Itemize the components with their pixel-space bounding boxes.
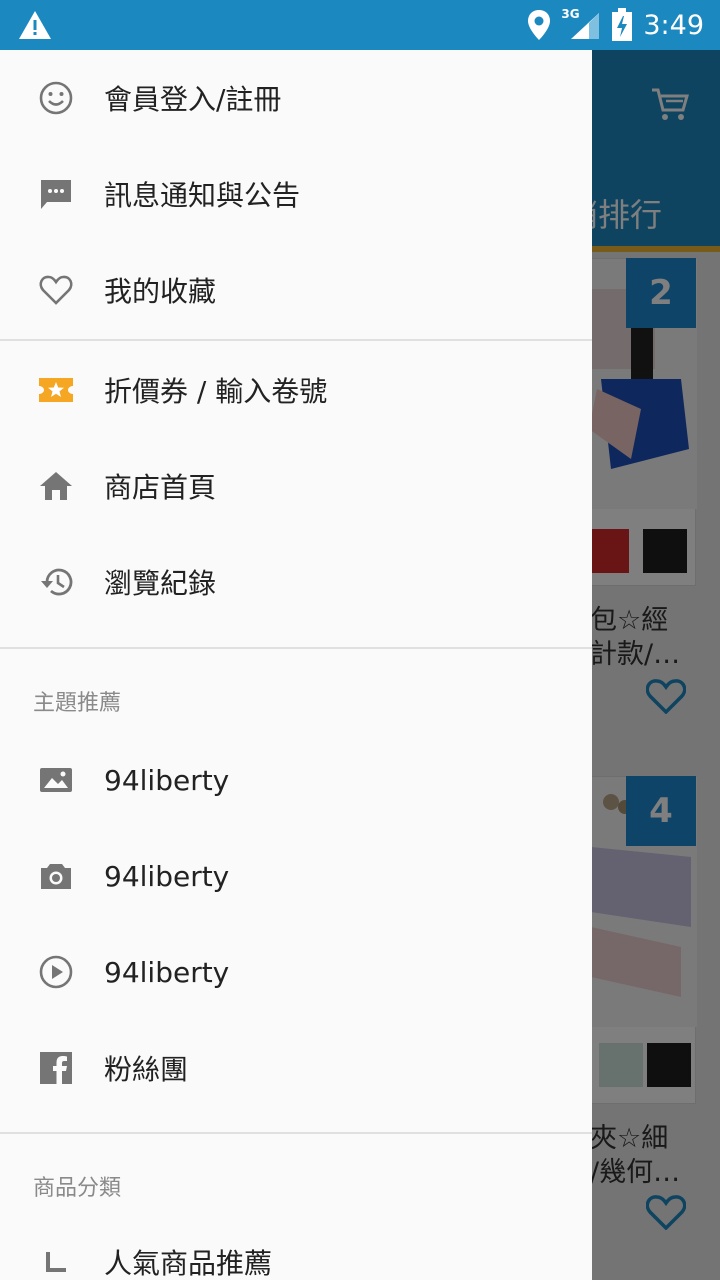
menu-item-store-home[interactable]: 商店首頁 <box>0 438 592 534</box>
menu-item-94liberty-gallery[interactable]: 94liberty <box>0 732 592 828</box>
message-icon <box>38 176 74 212</box>
divider <box>0 339 592 341</box>
divider <box>0 1132 592 1134</box>
signal-icon: 3G <box>561 7 601 41</box>
menu-item-label: 瀏覽紀錄 <box>104 567 217 600</box>
home-icon <box>38 468 74 504</box>
menu-item-favorites[interactable]: 我的收藏 <box>0 242 592 338</box>
menu-item-notifications[interactable]: 訊息通知與公告 <box>0 146 592 242</box>
heart-icon <box>38 272 74 308</box>
warning-icon <box>19 11 51 39</box>
image-icon <box>38 762 74 798</box>
menu-item-label: 94liberty <box>104 859 230 893</box>
menu-item-label: 我的收藏 <box>104 275 217 308</box>
menu-item-popular-products[interactable]: 人氣商品推薦 <box>0 1214 592 1280</box>
menu-item-label: 粉絲團 <box>104 1053 189 1086</box>
menu-item-label: 94liberty <box>104 763 230 797</box>
menu-item-label: 商店首頁 <box>104 471 217 504</box>
navigation-drawer: 會員登入/註冊 訊息通知與公告 我的收藏 折價券 / 輸入卷號 商店首頁 瀏覽紀… <box>0 50 592 1280</box>
clock: 3:49 <box>643 9 704 41</box>
menu-item-94liberty-video[interactable]: 94liberty <box>0 924 592 1020</box>
menu-item-label: 會員登入/註冊 <box>104 83 282 116</box>
menu-item-94liberty-camera[interactable]: 94liberty <box>0 828 592 924</box>
play-icon <box>38 954 74 990</box>
section-header-theme: 主題推薦 <box>33 691 122 716</box>
location-icon <box>528 10 551 40</box>
camera-icon <box>38 858 74 894</box>
history-icon <box>38 564 74 600</box>
status-bar: 3G 3:49 <box>0 0 720 50</box>
section-header-category: 商品分類 <box>33 1176 122 1201</box>
facebook-icon <box>38 1050 74 1086</box>
divider <box>0 647 592 649</box>
menu-item-label: 折價券 / 輸入卷號 <box>104 375 328 408</box>
smiley-icon <box>38 80 74 116</box>
menu-item-coupon[interactable]: 折價券 / 輸入卷號 <box>0 342 592 438</box>
coupon-icon <box>38 372 74 408</box>
menu-item-member-login[interactable]: 會員登入/註冊 <box>0 50 592 146</box>
sub-item-icon <box>38 1244 74 1280</box>
menu-item-fan-page[interactable]: 粉絲團 <box>0 1020 592 1116</box>
menu-item-label: 94liberty <box>104 955 230 989</box>
menu-item-label: 訊息通知與公告 <box>104 179 301 212</box>
battery-charging-icon <box>612 8 633 41</box>
menu-item-label: 人氣商品推薦 <box>104 1247 273 1280</box>
menu-item-browse-history[interactable]: 瀏覽紀錄 <box>0 534 592 630</box>
